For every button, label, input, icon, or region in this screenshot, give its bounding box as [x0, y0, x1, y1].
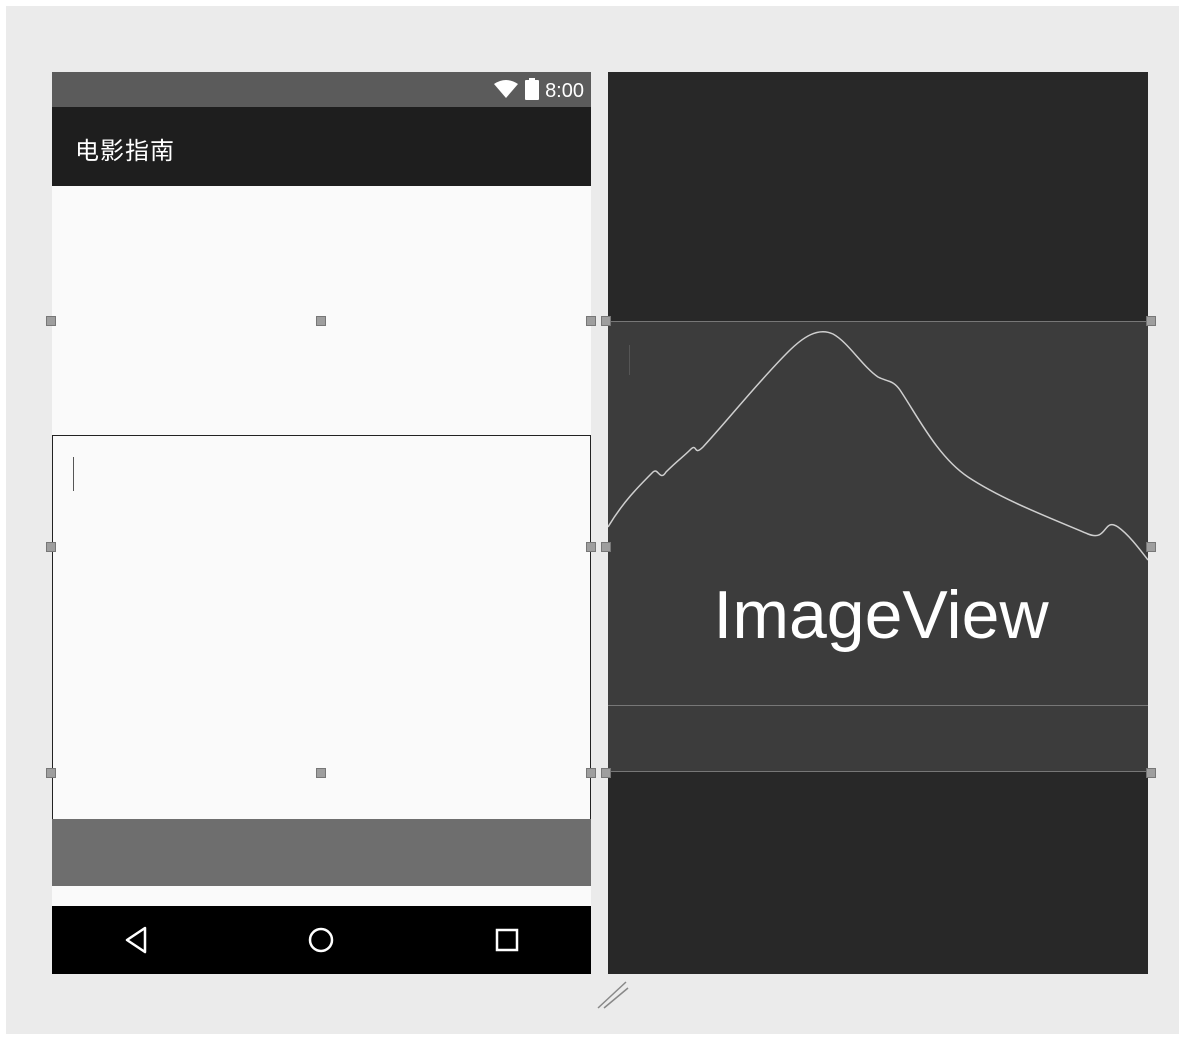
resize-handle-left[interactable] [46, 542, 56, 552]
status-time: 8:00 [545, 80, 584, 102]
battery-icon [525, 78, 540, 104]
blueprint-panel: ImageView [608, 72, 1148, 974]
canvas-resize-grip-icon[interactable] [596, 980, 630, 1010]
resize-handle-bottom[interactable] [316, 768, 326, 778]
bp-resize-handle-bottom-left[interactable] [601, 768, 611, 778]
navigation-bar [52, 906, 591, 974]
blueprint-cursor [629, 345, 630, 375]
bp-resize-handle-bottom-right[interactable] [1146, 768, 1156, 778]
resize-handle-right[interactable] [586, 542, 596, 552]
resize-handle-top-left[interactable] [46, 316, 56, 326]
bp-resize-handle-right[interactable] [1146, 542, 1156, 552]
back-icon[interactable] [120, 924, 152, 956]
text-cursor [73, 457, 74, 491]
recents-icon[interactable] [491, 924, 523, 956]
resize-handle-bottom-left[interactable] [46, 768, 56, 778]
bp-resize-handle-left[interactable] [601, 542, 611, 552]
resize-handle-top-right[interactable] [586, 316, 596, 326]
app-title: 电影指南 [75, 137, 175, 165]
caption-bar[interactable] [52, 819, 591, 886]
bp-resize-handle-top-right[interactable] [1146, 316, 1156, 326]
content-area [52, 186, 591, 906]
app-toolbar: 电影指南 [52, 107, 591, 186]
resize-handle-bottom-right[interactable] [586, 768, 596, 778]
caption-bar-outline[interactable] [608, 705, 1148, 772]
home-icon[interactable] [305, 924, 337, 956]
resize-handle-top[interactable] [316, 316, 326, 326]
design-preview-panel: 8:00 电影指南 [52, 72, 591, 974]
image-view-label: ImageView [713, 577, 1049, 653]
wifi-icon [493, 79, 519, 103]
bp-resize-handle-top-left[interactable] [601, 316, 611, 326]
status-bar: 8:00 [52, 72, 591, 107]
